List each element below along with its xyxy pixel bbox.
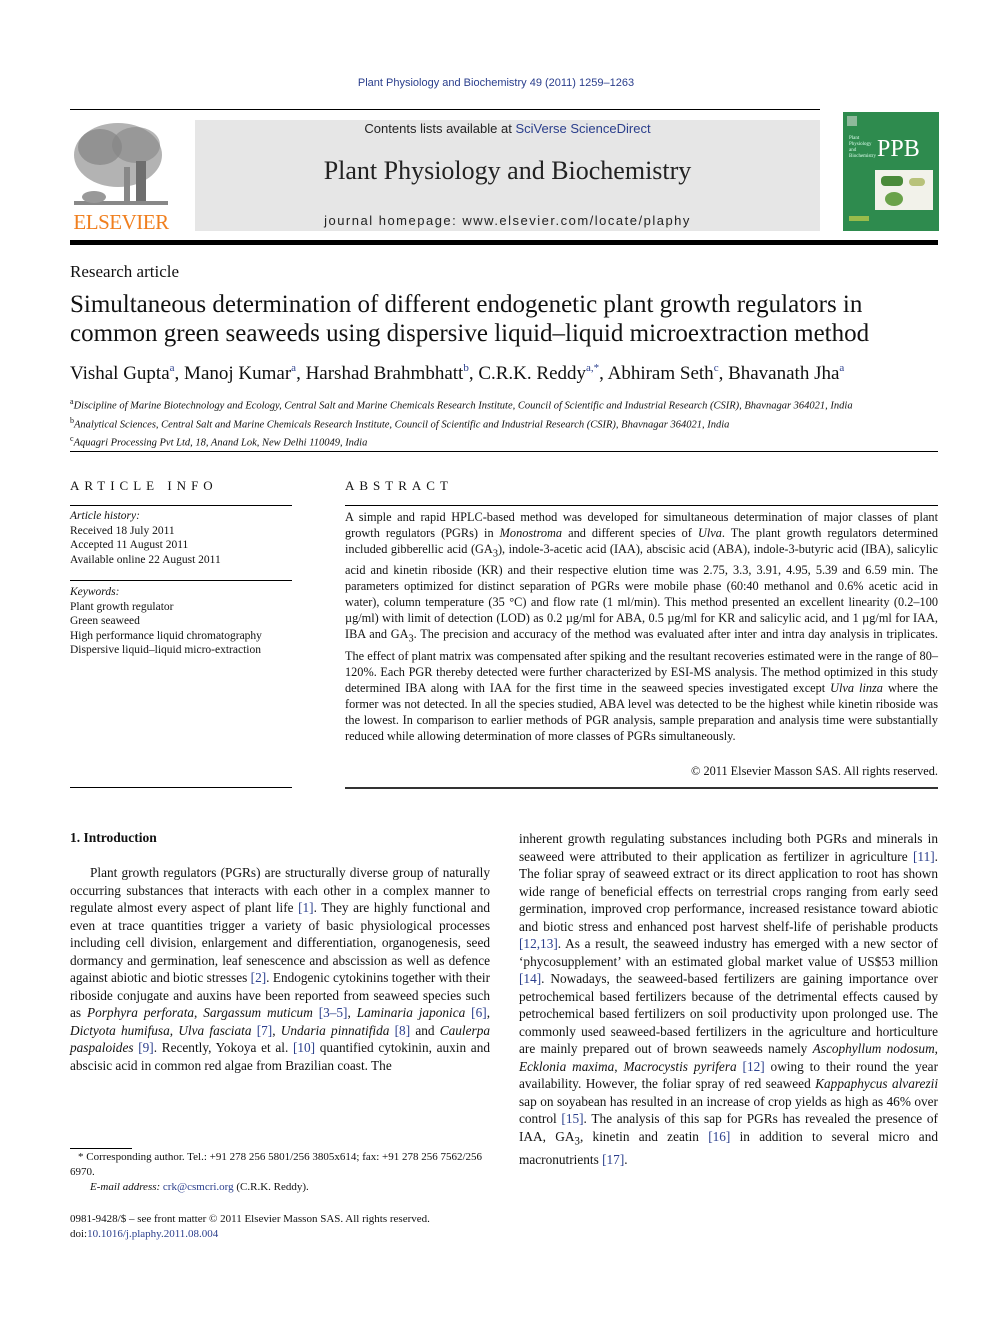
keywords: Keywords: Plant growth regulator Green s… [70, 585, 262, 658]
introduction-left-column: Plant growth regulators (PGRs) are struc… [70, 865, 491, 1073]
journal-title: Plant Physiology and Biochemistry [323, 156, 692, 185]
email-link[interactable]: crk@csmcri.org [163, 1181, 234, 1193]
citation-link[interactable]: [14] [519, 971, 541, 986]
history-item: Available online 22 August 2011 [70, 553, 221, 566]
affiliation: bAnalytical Sciences, Central Salt and M… [70, 415, 730, 431]
divider [345, 787, 938, 789]
author[interactable]: Abhiram Sethc [608, 362, 719, 384]
keyword[interactable]: High performance liquid chromatography [70, 629, 262, 644]
doi-line: doi:10.1016/j.plaphy.2011.08.004 [70, 1228, 219, 1240]
abstract-heading: ABSTRACT [345, 478, 453, 493]
keyword[interactable]: Dispersive liquid–liquid micro-extractio… [70, 643, 262, 658]
citation-link[interactable]: [3–5] [319, 1005, 348, 1020]
contents-line: Contents lists available at SciVerse Sci… [364, 121, 651, 136]
article-title: Simultaneous determination of different … [70, 291, 870, 347]
citation-link[interactable]: [10] [293, 1040, 315, 1055]
doi-link[interactable]: 10.1016/j.plaphy.2011.08.004 [87, 1228, 218, 1240]
citation-link[interactable]: [12] [743, 1059, 765, 1074]
cover-footer-logo [849, 216, 869, 221]
affiliation: aDiscipline of Marine Biotechnology and … [70, 397, 853, 412]
citation-link[interactable]: [6] [471, 1005, 487, 1020]
journal-cover-thumbnail[interactable]: Plant Physiology and Biochemistry PPB [843, 112, 939, 231]
keyword[interactable]: Plant growth regulator [70, 600, 262, 615]
abstract-copyright: © 2011 Elsevier Masson SAS. All rights r… [691, 764, 938, 778]
author-affiliation-marker[interactable]: c [714, 362, 719, 374]
history-item: Accepted 11 August 2011 [70, 539, 189, 551]
header-rule [70, 109, 820, 110]
author[interactable]: Harshad Brahmbhattb [306, 362, 469, 384]
cover-abbrev: PPB [877, 136, 920, 162]
cover-title-small: Plant Physiology and Biochemistry [849, 136, 876, 159]
divider [70, 580, 292, 581]
author-list: Vishal Guptaa, Manoj Kumara, Harshad Bra… [70, 362, 845, 384]
introduction-right-column: inherent growth regulating substances in… [519, 831, 939, 1167]
author-affiliation-marker[interactable]: b [463, 362, 469, 374]
author[interactable]: Bhavanath Jhaa [728, 362, 844, 384]
divider [70, 505, 292, 506]
citation-link[interactable]: [2] [251, 970, 267, 985]
cover-publisher-icon [847, 116, 857, 126]
journal-banner: Contents lists available at SciVerse Sci… [195, 120, 820, 231]
header-thick-rule [70, 240, 938, 245]
article-info-heading: ARTICLE INFO [70, 478, 218, 493]
author[interactable]: Manoj Kumara [184, 362, 296, 384]
citation-link[interactable]: [12,13] [519, 936, 558, 951]
keyword[interactable]: Green seaweed [70, 614, 262, 629]
author[interactable]: C.R.K. Reddya,* [478, 362, 599, 384]
citation-link[interactable]: [7] [257, 1023, 273, 1038]
article-history: Article history: Received 18 July 2011 A… [70, 509, 221, 567]
keywords-label: Keywords: [70, 586, 120, 598]
history-item: Received 18 July 2011 [70, 524, 175, 537]
divider [70, 787, 292, 788]
author-affiliation-marker[interactable]: a [170, 362, 175, 374]
journal-reference[interactable]: Plant Physiology and Biochemistry 49 (20… [0, 77, 992, 89]
cover-illustration-icon [875, 170, 933, 210]
affiliation: cAquagri Processing Pvt Ltd, 18, Anand L… [70, 434, 368, 449]
citation-link[interactable]: [9] [138, 1040, 154, 1055]
article-type: Research article [70, 262, 180, 281]
citation-link[interactable]: [17] [602, 1152, 624, 1167]
citation-link[interactable]: [15] [561, 1111, 583, 1126]
section-rule [70, 451, 938, 452]
citation-link[interactable]: [16] [708, 1129, 730, 1144]
front-matter: 0981-9428/$ – see front matter © 2011 El… [70, 1212, 490, 1242]
author-affiliation-marker[interactable]: a,* [586, 362, 599, 374]
citation-link[interactable]: [11] [913, 849, 935, 864]
author-affiliation-marker[interactable]: a [291, 362, 296, 374]
introduction-heading: 1. Introduction [70, 830, 157, 845]
sciencedirect-link[interactable]: SciVerse ScienceDirect [515, 121, 650, 136]
divider [345, 505, 938, 506]
journal-homepage-link[interactable]: journal homepage: www.elsevier.com/locat… [195, 213, 820, 228]
front-matter-line: 0981-9428/$ – see front matter © 2011 El… [70, 1213, 430, 1225]
footnote-rule [70, 1148, 132, 1149]
author-affiliation-marker[interactable]: a [839, 362, 844, 374]
history-label: Article history: [70, 510, 140, 522]
email-line: E-mail address: crk@csmcri.org (C.R.K. R… [90, 1181, 309, 1193]
corresponding-author-footnote: * Corresponding author. Tel.: +91 278 25… [70, 1150, 490, 1195]
author[interactable]: Vishal Guptaa [70, 362, 175, 384]
abstract-text: A simple and rapid HPLC-based method was… [345, 510, 939, 743]
citation-link[interactable]: [8] [395, 1023, 411, 1038]
affiliations: aDiscipline of Marine Biotechnology and … [70, 395, 950, 451]
elsevier-logo[interactable]: ELSEVIER [70, 117, 172, 234]
citation-link[interactable]: [1] [298, 900, 314, 915]
elsevier-wordmark: ELSEVIER [73, 210, 169, 234]
corresponding-author-note: * Corresponding author. Tel.: +91 278 25… [70, 1151, 483, 1178]
